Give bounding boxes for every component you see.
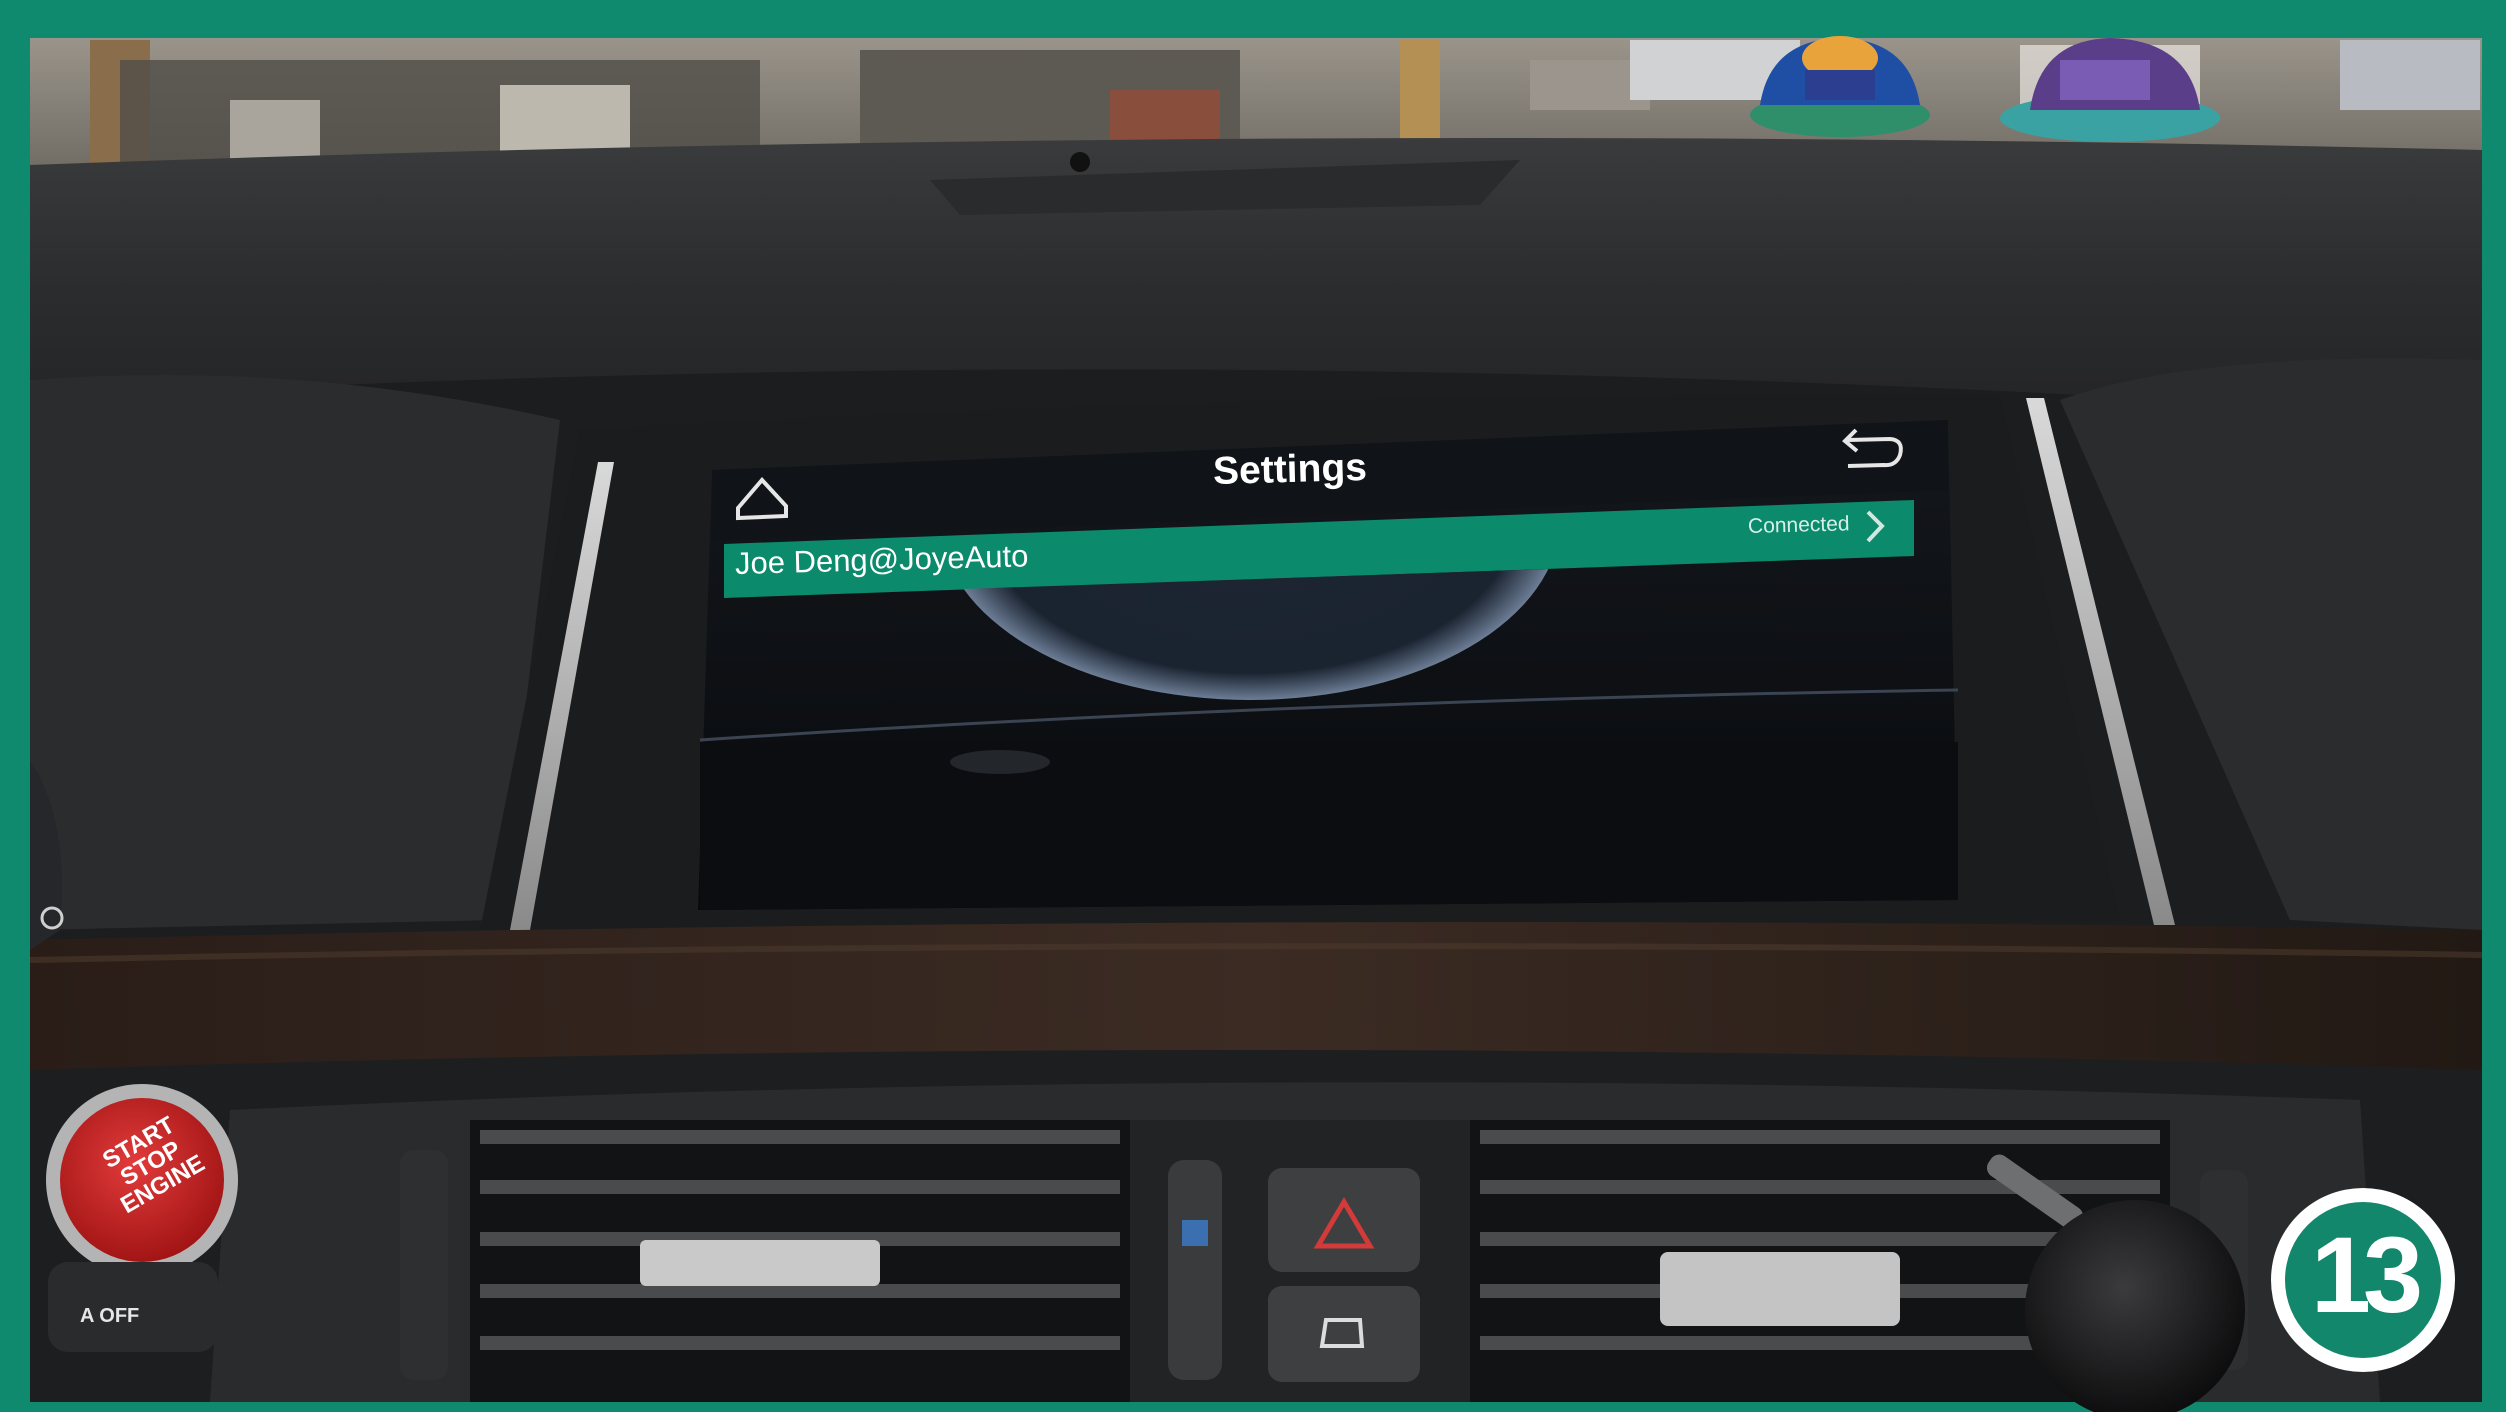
shift-knob (2025, 1200, 2245, 1412)
hazard-button[interactable] (1268, 1168, 1420, 1272)
auto-off-label: A OFF (80, 1305, 140, 1327)
step-badge-number: 13 (2310, 1214, 2423, 1335)
center-controls (1130, 1120, 1470, 1402)
left-air-vent[interactable] (400, 1120, 1130, 1402)
connection-status-label: Connected (1747, 512, 1850, 538)
screen-title: Settings (1212, 445, 1368, 494)
door-lock-button[interactable] (1268, 1286, 1420, 1382)
photo-frame: Settings Joe Deng@JoyeAuto Connected STA… (0, 0, 2506, 1412)
device-name-label[interactable]: Joe Deng@JoyeAuto (735, 538, 1029, 582)
car-dashboard-photo (0, 0, 2506, 1412)
